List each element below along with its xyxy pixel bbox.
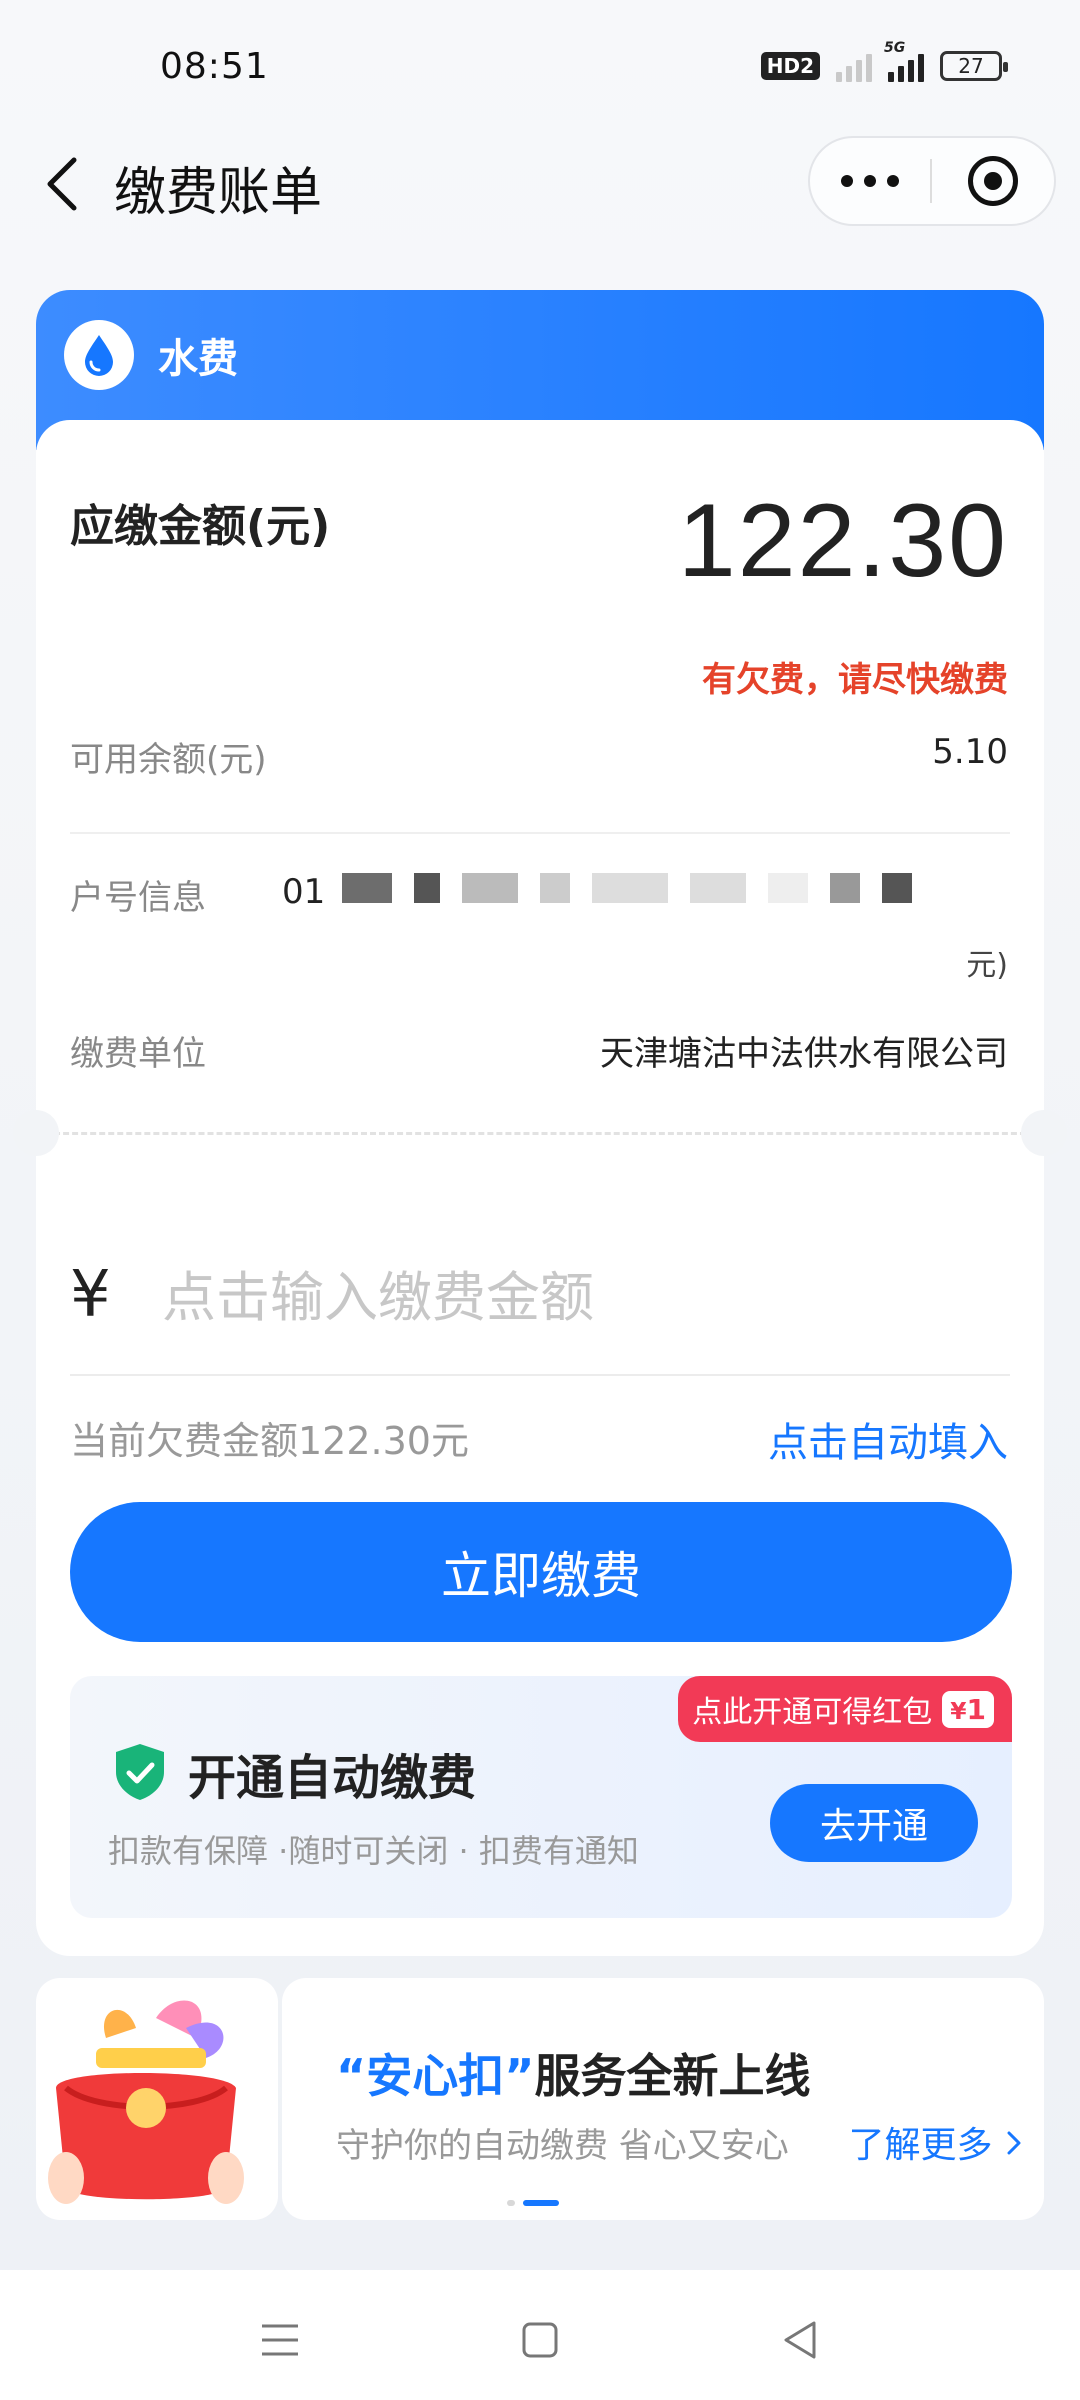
bill-category: 水费 xyxy=(158,336,238,382)
auto-pay-section: 点此开通可得红包 ¥1 开通自动缴费 扣款有保障 ·随时可关闭 · 扣费有通知 … xyxy=(70,1676,1012,1918)
account-value-tail: 元) xyxy=(966,948,1008,983)
learn-more-link[interactable]: 了解更多 xyxy=(849,2116,1024,2168)
ticket-notch-left xyxy=(13,1110,59,1156)
promo-amount-badge: ¥1 xyxy=(942,1690,994,1728)
signal-icon-sim2: 5G xyxy=(884,40,924,82)
banner-title-highlight: 安心扣 xyxy=(366,2049,505,2103)
page-title: 缴费账单 xyxy=(114,163,323,223)
currency-symbol: ¥ xyxy=(70,1258,111,1332)
more-dots-icon xyxy=(841,175,899,187)
status-time: 08:51 xyxy=(160,46,269,87)
home-square-icon xyxy=(522,2322,558,2358)
account-label: 户号信息 xyxy=(70,878,206,918)
ticket-notch-right xyxy=(1021,1110,1067,1156)
status-icons: HD2 5G 27 xyxy=(760,40,1008,82)
balance-label: 可用余额(元) xyxy=(70,740,267,780)
banner-title-rest: 服务全新上线 xyxy=(534,2049,811,2103)
chevron-right-icon xyxy=(1007,2131,1021,2155)
hd-badge: HD2 xyxy=(760,52,820,80)
pagination-dot-active xyxy=(523,2200,559,2206)
battery-icon: 27 xyxy=(940,51,1008,81)
chevron-left-icon xyxy=(47,157,77,211)
close-miniapp-button[interactable] xyxy=(932,138,1054,224)
more-button[interactable] xyxy=(810,138,930,224)
menu-lines-icon xyxy=(262,2324,298,2356)
arrears-warning: 有欠费，请尽快缴费 xyxy=(702,660,1008,700)
battery-level: 27 xyxy=(958,54,984,78)
promo-amount: 1 xyxy=(966,1692,986,1726)
banner-image[interactable] xyxy=(36,1978,278,2220)
banner-quote-close: ” xyxy=(504,2049,535,2103)
dashed-separator xyxy=(36,1132,1044,1135)
back-button[interactable] xyxy=(32,154,92,214)
enable-auto-pay-button[interactable]: 去开通 xyxy=(770,1784,978,1862)
service-banner[interactable]: “安心扣”服务全新上线 守护你的自动缴费 省心又安心 了解更多 xyxy=(282,1978,1044,2220)
current-arrears-text: 当前欠费金额122.30元 xyxy=(70,1419,469,1463)
banner-pagination xyxy=(507,2200,559,2206)
banner-quote-open: “ xyxy=(336,2049,367,2103)
shield-check-icon xyxy=(116,1744,164,1800)
row-divider xyxy=(70,832,1010,834)
recent-apps-button[interactable] xyxy=(250,2310,310,2370)
input-underline xyxy=(70,1374,1010,1376)
account-mask xyxy=(326,860,1008,916)
navigation-bar: 缴费账单 xyxy=(0,130,1080,240)
pagination-dot xyxy=(507,2200,515,2206)
company-value: 天津塘沽中法供水有限公司 xyxy=(600,1034,1008,1074)
promo-text: 点此开通可得红包 xyxy=(692,1695,933,1730)
learn-more-label: 了解更多 xyxy=(848,2125,993,2166)
miniapp-capsule xyxy=(808,136,1056,226)
red-envelope-icon xyxy=(48,2000,244,2204)
account-value-prefix: 01 xyxy=(282,872,326,912)
red-packet-promo-badge[interactable]: 点此开通可得红包 ¥1 xyxy=(678,1676,1012,1742)
network-type-label: 5G xyxy=(884,40,906,56)
banner-title: “安心扣”服务全新上线 xyxy=(336,2040,810,2106)
autofill-link[interactable]: 点击自动填入 xyxy=(768,1410,1008,1468)
target-circle-icon xyxy=(968,156,1018,206)
auto-pay-title: 开通自动缴费 xyxy=(188,1750,477,1806)
signal-icon-sim1 xyxy=(836,50,872,82)
balance-value: 5.10 xyxy=(932,732,1008,772)
system-back-button[interactable] xyxy=(770,2310,830,2370)
auto-pay-description: 扣款有保障 ·随时可关闭 · 扣费有通知 xyxy=(108,1832,639,1870)
amount-due-label: 应缴金额(元) xyxy=(70,501,331,552)
banner-subtitle: 守护你的自动缴费 省心又安心 xyxy=(336,2126,789,2166)
status-bar: 08:51 HD2 5G 27 xyxy=(0,0,1080,130)
promo-currency: ¥ xyxy=(950,1696,967,1725)
pay-now-button[interactable]: 立即缴费 xyxy=(70,1502,1012,1642)
system-navigation-bar xyxy=(0,2270,1080,2400)
home-button[interactable] xyxy=(510,2310,570,2370)
back-triangle-icon xyxy=(784,2321,816,2359)
company-label: 缴费单位 xyxy=(70,1034,206,1074)
water-drop-icon xyxy=(64,320,134,390)
amount-due-value: 122.30 xyxy=(677,483,1008,599)
bill-card: 应缴金额(元) 122.30 有欠费，请尽快缴费 可用余额(元) 5.10 户号… xyxy=(13,420,1067,1956)
payment-amount-input[interactable] xyxy=(162,1254,1002,1340)
